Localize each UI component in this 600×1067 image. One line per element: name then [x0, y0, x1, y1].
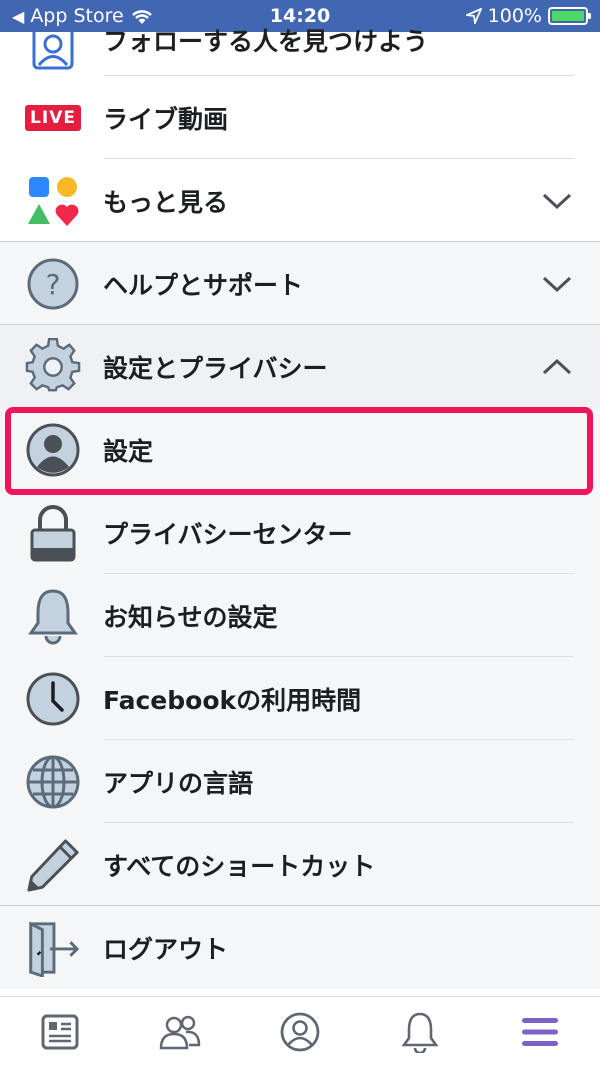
menu-item-label: もっと見る	[103, 187, 229, 217]
profile-icon	[25, 422, 81, 478]
menu-item-see-more[interactable]: もっと見る	[0, 159, 600, 242]
lock-icon	[25, 504, 81, 561]
profile-circle-icon	[280, 1012, 320, 1052]
battery-icon	[548, 7, 591, 25]
pencil-icon	[25, 837, 81, 893]
menu-item-help-support[interactable]: ? ヘルプとサポート	[0, 242, 600, 325]
question-icon: ?	[25, 256, 81, 312]
menu-item-settings-privacy[interactable]: 設定とプライバシー	[0, 325, 600, 408]
menu-item-label: アプリの言語	[103, 768, 254, 798]
menu-item-label: プライバシーセンター	[103, 519, 353, 549]
tab-friends[interactable]	[150, 1002, 210, 1062]
menu-item-settings[interactable]: 設定	[0, 408, 600, 491]
clock-icon	[25, 671, 81, 727]
shapes-icon	[25, 173, 81, 229]
menu-item-label: 設定とプライバシー	[103, 353, 328, 383]
menu-item-label: Facebookの利用時間	[103, 685, 362, 715]
live-badge-icon: LIVE	[25, 90, 81, 146]
menu-item-privacy-center[interactable]: プライバシーセンター	[0, 491, 600, 574]
menu-item-label: すべてのショートカット	[103, 851, 376, 881]
location-arrow-icon	[465, 8, 482, 24]
menu-list: フォローする人を見つけよう LIVE ライブ動画 もっと見る ? ヘルプとサポー…	[0, 27, 600, 989]
news-feed-icon	[41, 1014, 79, 1050]
menu-item-label: ログアウト	[103, 934, 229, 964]
chevron-down-icon[interactable]	[542, 275, 572, 293]
live-badge: LIVE	[25, 104, 81, 131]
menu-item-app-language[interactable]: アプリの言語	[0, 740, 600, 823]
bell-tab-icon	[401, 1012, 439, 1053]
menu-item-logout[interactable]: ログアウト	[0, 906, 600, 989]
tab-news-feed[interactable]	[30, 1002, 90, 1062]
tab-notifications[interactable]	[390, 1002, 450, 1062]
bottom-tab-bar	[0, 996, 600, 1067]
friends-icon	[159, 1015, 201, 1050]
menu-item-time-on-facebook[interactable]: Facebookの利用時間	[0, 657, 600, 740]
menu-item-label: お知らせの設定	[103, 602, 278, 632]
menu-item-live-video[interactable]: LIVE ライブ動画	[0, 76, 600, 159]
globe-icon	[25, 754, 81, 810]
svg-text:?: ?	[46, 268, 61, 301]
menu-item-notification-settings[interactable]: お知らせの設定	[0, 574, 600, 657]
tab-profile[interactable]	[270, 1002, 330, 1062]
menu-item-all-shortcuts[interactable]: すべてのショートカット	[0, 823, 600, 906]
logout-door-icon	[25, 920, 81, 977]
menu-item-find-people[interactable]: フォローする人を見つけよう	[0, 27, 600, 76]
chevron-down-icon[interactable]	[542, 192, 572, 210]
gear-icon	[25, 337, 81, 395]
back-arrow-icon[interactable]: ◀	[12, 7, 24, 26]
battery-percent: 100%	[487, 5, 542, 27]
menu-item-label: 設定	[103, 436, 154, 466]
menu-item-label: ライブ動画	[103, 104, 229, 134]
tab-menu[interactable]	[510, 1002, 570, 1062]
menu-item-label: フォローする人を見つけよう	[103, 27, 429, 56]
hamburger-icon	[522, 1018, 558, 1046]
find-people-icon	[25, 32, 81, 72]
bell-icon	[25, 588, 81, 644]
chevron-up-icon[interactable]	[542, 358, 572, 376]
menu-item-label: ヘルプとサポート	[103, 270, 304, 300]
